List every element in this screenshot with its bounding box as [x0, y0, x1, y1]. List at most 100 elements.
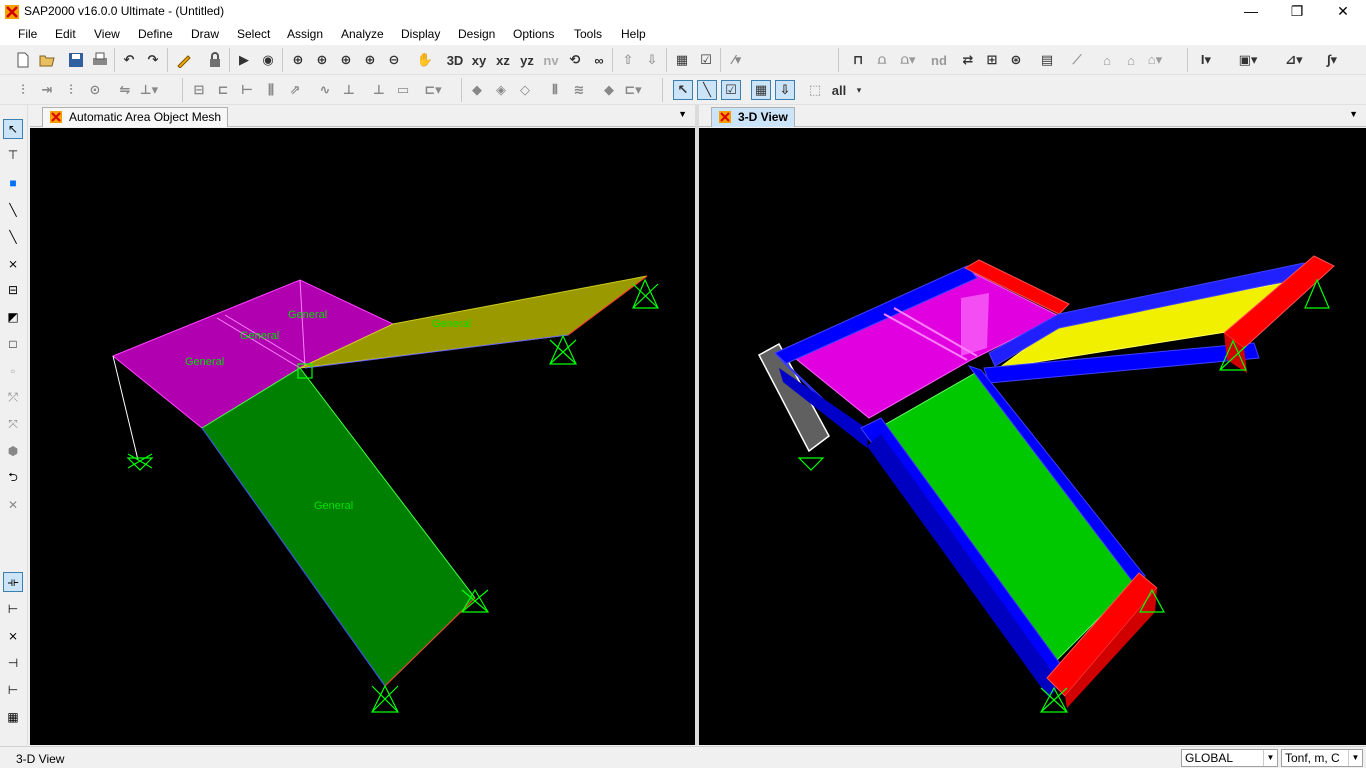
save-icon[interactable] — [66, 50, 86, 70]
zoom-in-icon[interactable]: ⊕ — [360, 50, 380, 70]
joint-spring-icon[interactable]: ⇥ — [37, 80, 57, 100]
area-sections-icon[interactable]: ⊥ — [369, 80, 389, 100]
draw-poly-area-icon[interactable]: ◩ — [3, 307, 23, 327]
joint-loads-icon[interactable]: ⇄ — [958, 50, 978, 70]
tables-icon[interactable]: ▤ — [1037, 50, 1057, 70]
reshape-icon[interactable]: ⊤ — [3, 145, 23, 165]
select-check-icon[interactable]: ☑ — [721, 80, 741, 100]
solid-local-icon[interactable]: ◇ — [515, 80, 535, 100]
menu-analyze[interactable]: Analyze — [341, 27, 384, 41]
select-all-dropdown-icon[interactable]: ▾ — [849, 80, 869, 100]
plot-function-icon[interactable]: ⟋ — [1067, 50, 1087, 70]
perspective-icon[interactable]: ∞ — [589, 50, 609, 70]
select-all-button[interactable]: all — [829, 80, 849, 100]
snap-midpoint-icon[interactable]: ⊢ — [3, 599, 23, 619]
load-case-icon[interactable]: ◆ — [599, 80, 619, 100]
area-loads-icon[interactable]: ⊛ — [1006, 50, 1026, 70]
select-grid-icon[interactable]: ▦ — [751, 80, 771, 100]
frame-deformed-icon[interactable]: ⩍▾ — [898, 50, 918, 70]
snap-icon[interactable]: ⊿▾ — [1284, 50, 1304, 70]
run-analysis-icon[interactable]: ▶ — [234, 50, 254, 70]
nv-view-button[interactable]: nv — [541, 50, 561, 70]
snap-joints-icon[interactable]: ⟛ — [3, 572, 23, 592]
function-icon[interactable]: ∫▾ — [1322, 50, 1342, 70]
draw-frame-icon[interactable]: ╲ — [3, 200, 23, 220]
snap-fine-grid-icon[interactable]: ▦ — [3, 707, 23, 727]
select-pointer-icon[interactable]: ↖ — [673, 80, 693, 100]
frame-icon[interactable]: ⊓ — [848, 50, 868, 70]
design-concrete-icon[interactable]: ⌂▾ — [1145, 50, 1165, 70]
maximize-button[interactable]: ❐ — [1274, 0, 1320, 23]
area-stiffness-icon[interactable]: ▭ — [393, 80, 413, 100]
snap-perpendicular-icon[interactable]: ⊣ — [3, 653, 23, 673]
menu-edit[interactable]: Edit — [55, 27, 76, 41]
rotate-3d-icon[interactable]: ⟲ — [565, 50, 585, 70]
draw-rect-area-icon[interactable]: □ — [3, 334, 23, 354]
quick-draw-area-icon[interactable]: ▫ — [3, 361, 23, 381]
zoom-out-icon[interactable]: ⊖ — [384, 50, 404, 70]
print-icon[interactable] — [90, 50, 110, 70]
units-select[interactable]: Tonf, m, C ▼ — [1281, 749, 1363, 767]
menu-file[interactable]: File — [18, 27, 37, 41]
menu-options[interactable]: Options — [513, 27, 554, 41]
section-designer-icon[interactable]: I▾ — [1196, 50, 1216, 70]
quick-draw-frame-icon[interactable]: ╲ — [3, 227, 23, 247]
frame-offsets-icon[interactable]: ⊏ — [213, 80, 233, 100]
run-now-icon[interactable]: ◉ — [258, 50, 278, 70]
xy-view-button[interactable]: xy — [469, 50, 489, 70]
close-button[interactable]: ✕ — [1320, 0, 1366, 23]
menu-assign[interactable]: Assign — [287, 27, 323, 41]
pointer-icon[interactable]: ↖ — [3, 119, 23, 139]
new-model-icon[interactable] — [13, 50, 33, 70]
design-steel-icon[interactable]: ⌂ — [1121, 50, 1141, 70]
check-icon[interactable]: ☑ — [696, 50, 716, 70]
draw-dimension-icon[interactable]: ✕ — [3, 495, 23, 515]
solid-icon[interactable]: ◆ — [467, 80, 487, 100]
snap-lines-icon[interactable]: ⊢ — [3, 680, 23, 700]
undo-icon[interactable]: ↶ — [119, 50, 139, 70]
pan-icon[interactable]: ✋ — [415, 50, 435, 70]
draw-joint-icon[interactable]: ■ — [3, 173, 23, 193]
nd-button[interactable]: nd — [929, 50, 949, 70]
tab-3d-view[interactable]: 3-D View — [711, 107, 795, 127]
menu-help[interactable]: Help — [621, 27, 646, 41]
load-pattern-icon[interactable]: ⊏▾ — [623, 80, 643, 100]
open-icon[interactable] — [37, 50, 57, 70]
frame-insertion-icon[interactable]: ⊢ — [237, 80, 257, 100]
area-local-axes-icon[interactable]: ⊏▾ — [423, 80, 443, 100]
frame-local-axes-icon[interactable]: ⊟ — [189, 80, 209, 100]
zoom-window-icon[interactable]: ⊕ — [288, 50, 308, 70]
menu-display[interactable]: Display — [401, 27, 440, 41]
move-up-icon[interactable]: ⇧ — [618, 50, 638, 70]
frame-tension-icon[interactable]: ⇗ — [285, 80, 305, 100]
minimize-button[interactable]: — — [1228, 0, 1274, 23]
frame-loads-icon[interactable]: ⊞ — [982, 50, 1002, 70]
solid-face-icon[interactable]: ◈ — [491, 80, 511, 100]
frame-output-stations-icon[interactable]: ⫼ — [261, 80, 281, 100]
joint-restraint-icon[interactable]: ⫶ — [13, 80, 33, 100]
lock-edit-icon[interactable] — [174, 50, 194, 70]
draw-frame-dropdown-icon[interactable]: ⁄▾ — [727, 50, 747, 70]
xz-view-button[interactable]: xz — [493, 50, 513, 70]
move-down-icon[interactable]: ⇩ — [642, 50, 662, 70]
tab-automatic-area-object-mesh[interactable]: Automatic Area Object Mesh — [42, 107, 229, 127]
snap-intersection-icon[interactable]: ⨯ — [3, 626, 23, 646]
frame-sections-icon[interactable]: ⊥▾ — [139, 80, 159, 100]
select-filter-icon[interactable]: ⇩ — [775, 80, 795, 100]
menu-design[interactable]: Design — [458, 27, 495, 41]
tab-menu-dropdown-icon[interactable]: ▼ — [678, 109, 687, 119]
mesh-viewport[interactable]: General General General General General — [30, 128, 695, 745]
menu-tools[interactable]: Tools — [574, 27, 602, 41]
frame-release-icon[interactable]: ⇋ — [115, 80, 135, 100]
frame-moment-icon[interactable]: ⩍ — [872, 50, 892, 70]
menu-define[interactable]: Define — [138, 27, 173, 41]
draw-tendon-icon[interactable]: ⤧ — [3, 414, 23, 434]
coordinate-system-select[interactable]: GLOBAL ▼ — [1181, 749, 1278, 767]
tendon-loads-icon[interactable]: ≋ — [569, 80, 589, 100]
link-icon[interactable]: ∿ — [315, 80, 335, 100]
draw-secondary-beams-icon[interactable]: ⊟ — [3, 280, 23, 300]
redo-icon[interactable]: ↷ — [143, 50, 163, 70]
design-frame-icon[interactable]: ⌂ — [1097, 50, 1117, 70]
link-support-icon[interactable]: ⊥ — [339, 80, 359, 100]
menu-select[interactable]: Select — [237, 27, 270, 41]
